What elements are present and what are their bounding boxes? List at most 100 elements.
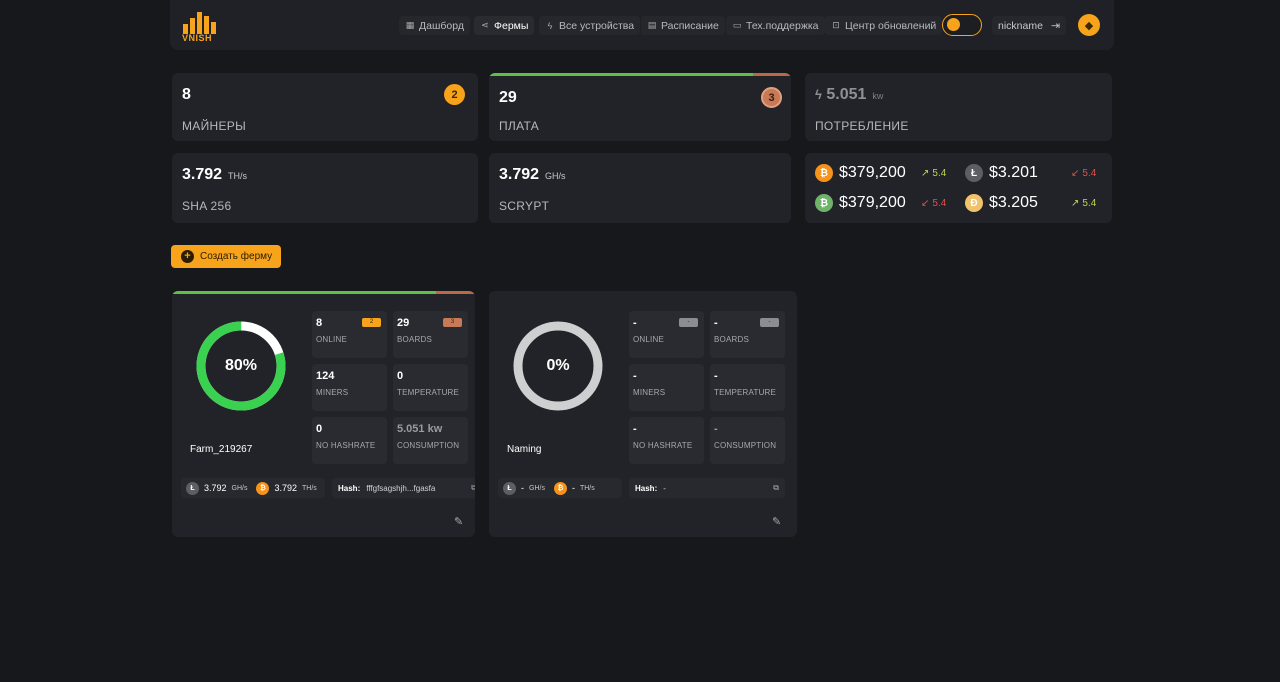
boards-value: - bbox=[714, 317, 718, 329]
sha-value: 3.792 bbox=[182, 166, 223, 183]
scrypt-label: SCRYPT bbox=[499, 199, 550, 213]
nav-dashboard[interactable]: ▦ Дашборд bbox=[399, 16, 470, 35]
consumption-label: ПОТРЕБЛЕНИЕ bbox=[815, 119, 909, 133]
online-value: 8 bbox=[316, 317, 323, 329]
farm-percent: 80% bbox=[224, 357, 258, 374]
farm-card[interactable]: 80% Farm_219267 8 2 ONLINE 29 3 BOARDS 1… bbox=[172, 291, 475, 537]
create-farm-button[interactable]: + Создать ферму bbox=[171, 245, 281, 268]
litecoin-icon: Ł bbox=[965, 164, 983, 182]
consumption-value: 5.051 kw bbox=[397, 423, 443, 435]
metric-online: - - ONLINE bbox=[629, 311, 704, 358]
nav-farms[interactable]: ⋖ Фермы bbox=[474, 16, 535, 35]
metric-consumption: - CONSUMPTION bbox=[710, 417, 785, 464]
farm-card[interactable]: 0% Naming - - ONLINE - - BOARDS - MINERS… bbox=[489, 291, 797, 537]
price-bch: ₿ $379,200 bbox=[815, 194, 906, 212]
price-value: $3.201 bbox=[989, 164, 1038, 181]
boards-count: 29 bbox=[499, 89, 517, 106]
create-farm-label: Создать ферму bbox=[200, 251, 273, 262]
user-menu[interactable]: nickname ⇥ bbox=[992, 16, 1067, 35]
copy-icon[interactable]: ⧉ bbox=[471, 483, 475, 493]
no-hashrate-value: - bbox=[633, 423, 637, 435]
farm-progress-brown bbox=[436, 291, 475, 294]
scrypt-hashrate: 3.792 GH/s bbox=[499, 166, 566, 184]
nav-all-devices-label: Все устройства bbox=[559, 19, 635, 32]
metric-boards: 29 3 BOARDS bbox=[393, 311, 468, 358]
online-badge: 2 bbox=[362, 318, 381, 327]
btc-hashrate: 3.792 bbox=[274, 483, 298, 493]
trend-value: 5.4 bbox=[1082, 198, 1097, 209]
nav-schedule[interactable]: ▤ Расписание bbox=[641, 16, 725, 35]
metric-miners: 124 MINERS bbox=[312, 364, 387, 411]
farm-name: Farm_219267 bbox=[190, 444, 253, 455]
nav-support[interactable]: ▭ Тех.поддержка bbox=[726, 16, 825, 35]
plus-icon: + bbox=[181, 250, 194, 263]
theme-toggle[interactable] bbox=[942, 14, 982, 36]
litecoin-icon: Ł bbox=[503, 481, 516, 495]
nav-schedule-label: Расписание bbox=[661, 19, 719, 32]
consumption-label: CONSUMPTION bbox=[714, 441, 777, 450]
btc-unit: TH/s bbox=[302, 484, 317, 492]
boards-progress-brown bbox=[753, 73, 791, 76]
no-hashrate-label: NO HASHRATE bbox=[633, 441, 693, 450]
metric-consumption: 5.051 kw CONSUMPTION bbox=[393, 417, 468, 464]
no-hashrate-value: 0 bbox=[316, 423, 323, 435]
temperature-label: TEMPERATURE bbox=[397, 388, 460, 397]
trend-value: 5.4 bbox=[932, 198, 947, 209]
edit-icon[interactable]: ✎ bbox=[454, 515, 463, 528]
price-value: $379,200 bbox=[839, 194, 906, 211]
boards-progress-green bbox=[489, 73, 753, 76]
consumption-label: CONSUMPTION bbox=[397, 441, 460, 450]
hash-value: - bbox=[663, 483, 666, 493]
stat-card-sha256: 3.792 TH/s SHA 256 bbox=[172, 153, 478, 223]
boards-badge: 3 bbox=[761, 87, 782, 108]
hash-label: Hash: bbox=[635, 483, 658, 493]
bitcoin-icon: ₿ bbox=[553, 481, 567, 495]
btc-hashrate: - bbox=[571, 483, 575, 493]
price-trend: ↗ 5.4 bbox=[1071, 198, 1096, 209]
nav-update-center[interactable]: ⊡ Центр обновлений bbox=[825, 16, 943, 35]
online-label: ONLINE bbox=[316, 335, 347, 344]
calendar-icon: ▤ bbox=[647, 20, 657, 30]
metric-temperature: 0 TEMPERATURE bbox=[393, 364, 468, 411]
nav-all-devices[interactable]: ϟ Все устройства bbox=[539, 16, 641, 35]
chat-icon: ▭ bbox=[732, 20, 742, 30]
copy-icon[interactable]: ⧉ bbox=[773, 483, 779, 493]
layers-icon[interactable]: ◆ bbox=[1078, 14, 1100, 36]
username: nickname bbox=[998, 19, 1043, 32]
ltc-hashrate: 3.792 bbox=[204, 483, 227, 493]
metric-boards: - - BOARDS bbox=[710, 311, 785, 358]
metric-online: 8 2 ONLINE bbox=[312, 311, 387, 358]
top-header: VNISH ▦ Дашборд ⋖ Фермы ϟ Все устройства… bbox=[170, 0, 1114, 50]
sha-unit: TH/s bbox=[228, 171, 248, 181]
metric-miners: - MINERS bbox=[629, 364, 704, 411]
consumption-value: ϟ 5.051 kw bbox=[815, 86, 883, 104]
boards-badge: 3 bbox=[443, 318, 462, 327]
btc-unit: TH/s bbox=[579, 484, 595, 492]
logo-text: VNISH bbox=[182, 33, 213, 43]
scrypt-unit: GH/s bbox=[545, 171, 566, 181]
farm-hash: Hash: - ⧉ bbox=[629, 478, 785, 498]
online-label: ONLINE bbox=[633, 335, 664, 344]
stat-card-miners: 8 2 МАЙНЕРЫ bbox=[172, 73, 478, 141]
farm-hash: Hash: fffgfsagshjh...fgasfa ⧉ bbox=[332, 478, 475, 498]
stat-card-scrypt: 3.792 GH/s SCRYPT bbox=[489, 153, 791, 223]
dogecoin-icon: Ð bbox=[965, 194, 983, 212]
consumption-number: 5.051 bbox=[826, 86, 867, 103]
miners-label: MINERS bbox=[316, 388, 349, 397]
bitcoin-cash-icon: ₿ bbox=[815, 194, 833, 212]
edit-icon[interactable]: ✎ bbox=[772, 515, 781, 528]
ltc-unit: GH/s bbox=[529, 484, 545, 492]
toggle-knob bbox=[947, 18, 960, 31]
miners-label: МАЙНЕРЫ bbox=[182, 119, 247, 133]
bitcoin-icon: ₿ bbox=[256, 481, 270, 495]
stat-card-boards: 29 3 ПЛАТА bbox=[489, 73, 791, 141]
metric-temperature: - TEMPERATURE bbox=[710, 364, 785, 411]
price-doge: Ð $3.205 bbox=[965, 194, 1038, 212]
miners-count: 8 bbox=[182, 86, 191, 103]
stat-card-consumption: ϟ 5.051 kw ПОТРЕБЛЕНИЕ bbox=[805, 73, 1112, 141]
miners-value: 124 bbox=[316, 370, 335, 382]
trend-value: 5.4 bbox=[932, 168, 947, 179]
logout-icon[interactable]: ⇥ bbox=[1051, 19, 1060, 32]
boards-label: ПЛАТА bbox=[499, 119, 540, 133]
sha-label: SHA 256 bbox=[182, 199, 232, 213]
